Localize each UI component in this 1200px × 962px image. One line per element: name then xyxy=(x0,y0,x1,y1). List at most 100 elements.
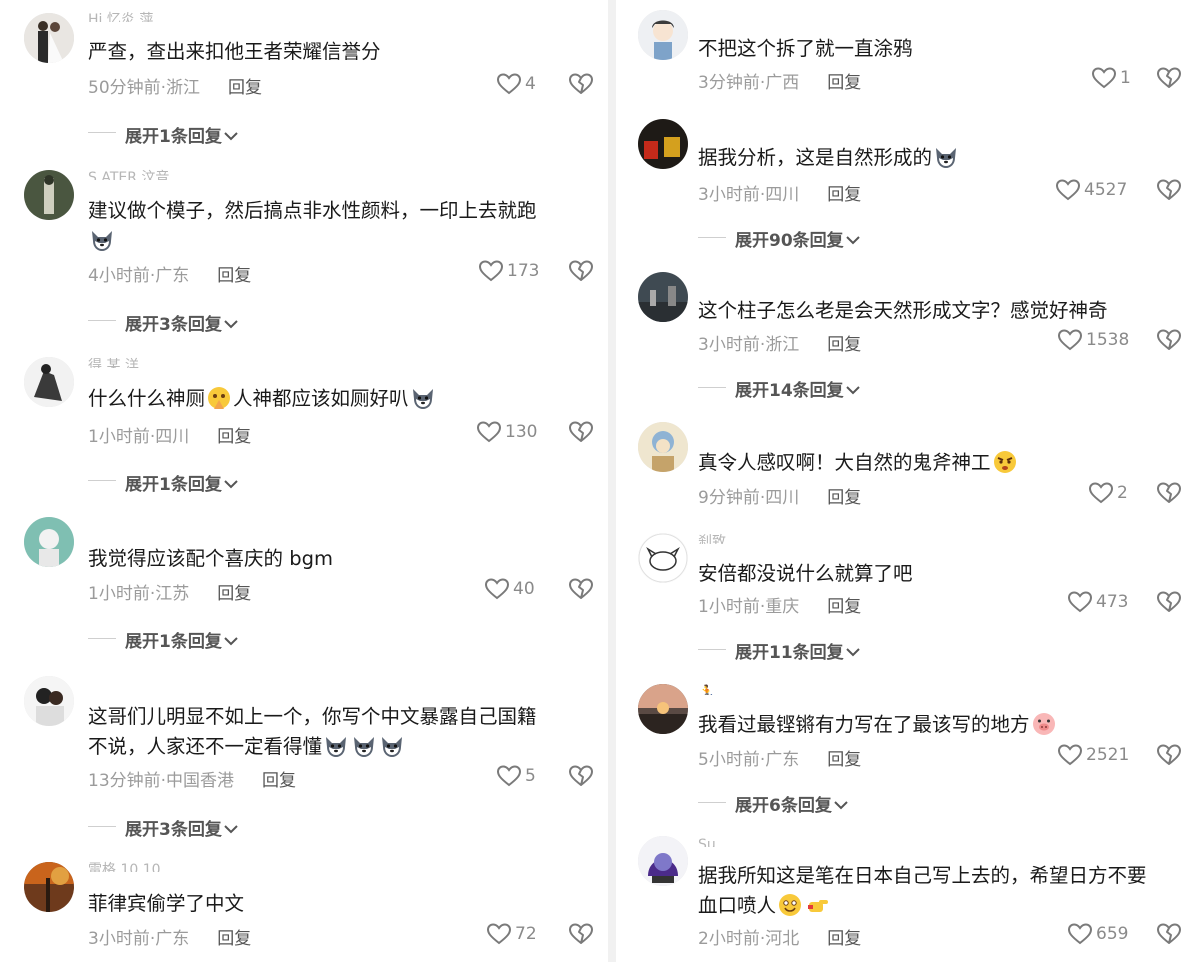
avatar[interactable] xyxy=(638,119,688,169)
reply-button[interactable]: 回复 xyxy=(827,73,861,93)
reply-button[interactable]: 回复 xyxy=(217,584,251,604)
expand-replies-button[interactable]: 展开14条回复 xyxy=(735,376,860,401)
chevron-down-icon xyxy=(224,132,238,141)
chevron-down-icon xyxy=(224,637,238,646)
comment-text: 建议做个模子，然后搞点非水性颜料，一印上去就跑 xyxy=(88,196,598,256)
broken-heart-icon[interactable] xyxy=(1156,328,1182,352)
reply-button[interactable]: 回复 xyxy=(217,427,251,447)
heart-icon[interactable] xyxy=(496,764,522,788)
wolf-emoji-icon xyxy=(933,144,959,170)
comment-meta: 13分钟前·中国香港 回复 xyxy=(88,771,297,791)
heart-icon[interactable] xyxy=(484,577,510,601)
expand-replies-button[interactable]: 展开6条回复 xyxy=(735,791,848,816)
reply-button[interactable]: 回复 xyxy=(827,597,861,617)
heart-icon[interactable] xyxy=(1088,481,1114,505)
chevron-down-icon xyxy=(224,480,238,489)
avatar[interactable] xyxy=(24,357,74,407)
reply-button[interactable]: 回复 xyxy=(827,750,861,770)
comment-text: 严查，查出来扣他王者荣耀信誉分 xyxy=(88,40,381,63)
comment-meta: 1小时前·重庆 回复 xyxy=(698,597,862,617)
broken-heart-icon[interactable] xyxy=(1156,178,1182,202)
heart-icon[interactable] xyxy=(1057,328,1083,352)
divider-line xyxy=(88,480,116,481)
username[interactable]: 得 某 洋 xyxy=(88,356,139,368)
comment-column-right: 不把这个拆了就一直涂鸦 3分钟前·广西 回复 1 据我分析，这是自然形成的 3小时… xyxy=(616,0,1200,962)
pig-face-emoji-icon xyxy=(1031,711,1057,737)
wolf-emoji-icon xyxy=(379,733,405,759)
heart-icon[interactable] xyxy=(1067,590,1093,614)
like-count: 1538 xyxy=(1086,330,1130,350)
like-count: 173 xyxy=(507,261,540,281)
broken-heart-icon[interactable] xyxy=(568,259,594,283)
comment-meta: 5小时前·广东 回复 xyxy=(698,750,862,770)
username[interactable]: S.ATER 汶音 xyxy=(88,168,169,180)
broken-heart-icon[interactable] xyxy=(1156,743,1182,767)
expand-replies-button[interactable]: 展开90条回复 xyxy=(735,226,860,251)
heart-icon[interactable] xyxy=(496,72,522,96)
expand-replies-button[interactable]: 展开1条回复 xyxy=(125,627,238,652)
divider-line xyxy=(698,802,726,803)
avatar[interactable] xyxy=(24,862,74,912)
like-count: 1 xyxy=(1120,68,1131,88)
username[interactable]: Su xyxy=(698,835,716,847)
like-count: 473 xyxy=(1096,592,1129,612)
comment-meta: 3分钟前·广西 回复 xyxy=(698,73,862,93)
avatar[interactable] xyxy=(24,676,74,726)
divider-line xyxy=(88,826,116,827)
username[interactable]: 刹致 xyxy=(698,532,726,544)
comment-meta: 3小时前·广东 回复 xyxy=(88,929,252,949)
avatar[interactable] xyxy=(638,684,688,734)
expand-replies-button[interactable]: 展开1条回复 xyxy=(125,470,238,495)
reply-button[interactable]: 回复 xyxy=(827,929,861,949)
broken-heart-icon[interactable] xyxy=(1156,590,1182,614)
expand-replies-button[interactable]: 展开3条回复 xyxy=(125,310,238,335)
heart-icon[interactable] xyxy=(486,922,512,946)
reply-button[interactable]: 回复 xyxy=(827,185,861,205)
reply-button[interactable]: 回复 xyxy=(262,771,296,791)
avatar[interactable] xyxy=(638,10,688,60)
reply-button[interactable]: 回复 xyxy=(217,929,251,949)
broken-heart-icon[interactable] xyxy=(568,764,594,788)
heart-icon[interactable] xyxy=(478,259,504,283)
divider-line xyxy=(88,638,116,639)
username[interactable]: 雷格 10.10 xyxy=(88,860,161,872)
reply-button[interactable]: 回复 xyxy=(228,78,262,98)
chevron-down-icon xyxy=(834,801,848,810)
avatar[interactable] xyxy=(24,517,74,567)
like-count: 40 xyxy=(513,579,535,599)
heart-icon[interactable] xyxy=(1091,66,1117,90)
expand-replies-button[interactable]: 展开3条回复 xyxy=(125,815,238,840)
reply-button[interactable]: 回复 xyxy=(217,266,251,286)
comment-text: 真令人感叹啊！大自然的鬼斧神工 xyxy=(698,448,1200,478)
avatar[interactable] xyxy=(638,272,688,322)
expand-replies-button[interactable]: 展开11条回复 xyxy=(735,638,860,663)
broken-heart-icon[interactable] xyxy=(568,577,594,601)
reply-button[interactable]: 回复 xyxy=(827,335,861,355)
avatar[interactable] xyxy=(24,13,74,63)
reply-button[interactable]: 回复 xyxy=(827,488,861,508)
broken-heart-icon[interactable] xyxy=(1156,66,1182,90)
heart-icon[interactable] xyxy=(1067,922,1093,946)
broken-heart-icon[interactable] xyxy=(1156,922,1182,946)
comment-column-left: Hi.忆炎.萍 严查，查出来扣他王者荣耀信誉分 50分钟前·浙江 回复 4 展开1… xyxy=(0,0,608,962)
like-count: 72 xyxy=(515,924,537,944)
avatar[interactable] xyxy=(24,170,74,220)
expand-replies-button[interactable]: 展开1条回复 xyxy=(125,122,238,147)
broken-heart-icon[interactable] xyxy=(1156,481,1182,505)
heart-icon[interactable] xyxy=(1055,178,1081,202)
username[interactable]: Hi.忆炎.萍 xyxy=(88,10,153,22)
divider-line xyxy=(88,320,116,321)
broken-heart-icon[interactable] xyxy=(568,922,594,946)
comment-text: 这个柱子怎么老是会天然形成文字？感觉好神奇 xyxy=(698,299,1108,322)
comment-text: 我觉得应该配个喜庆的 bgm xyxy=(88,547,333,570)
like-count: 130 xyxy=(505,422,538,442)
divider-line xyxy=(698,649,726,650)
avatar[interactable] xyxy=(638,836,688,886)
broken-heart-icon[interactable] xyxy=(568,420,594,444)
avatar[interactable] xyxy=(638,422,688,472)
heart-icon[interactable] xyxy=(1057,743,1083,767)
avatar[interactable] xyxy=(638,533,688,583)
heart-icon[interactable] xyxy=(476,420,502,444)
username[interactable]: 🏃 xyxy=(698,683,715,695)
broken-heart-icon[interactable] xyxy=(568,72,594,96)
